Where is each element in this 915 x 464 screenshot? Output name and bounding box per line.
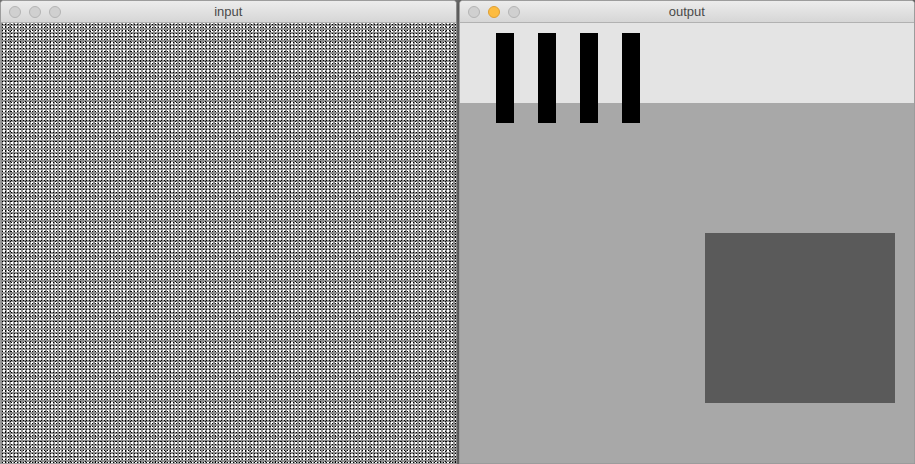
image-window[interactable]: output — [459, 0, 915, 464]
image-view — [460, 23, 915, 463]
image-window[interactable]: input — [0, 0, 457, 464]
zoom-button-icon[interactable] — [49, 6, 61, 18]
minimize-button-icon[interactable] — [29, 6, 41, 18]
window-title: input — [214, 4, 242, 20]
close-button-icon[interactable] — [468, 6, 480, 18]
close-button-icon[interactable] — [9, 6, 21, 18]
zoom-button-icon[interactable] — [508, 6, 520, 18]
title-bar[interactable]: input — [1, 1, 456, 23]
window-title: output — [669, 4, 705, 20]
image-view — [1, 23, 456, 463]
desktop: input output — [0, 0, 915, 464]
minimize-button-icon[interactable] — [488, 6, 500, 18]
title-bar[interactable]: output — [460, 1, 915, 23]
window-controls — [468, 6, 520, 18]
window-controls — [9, 6, 61, 18]
